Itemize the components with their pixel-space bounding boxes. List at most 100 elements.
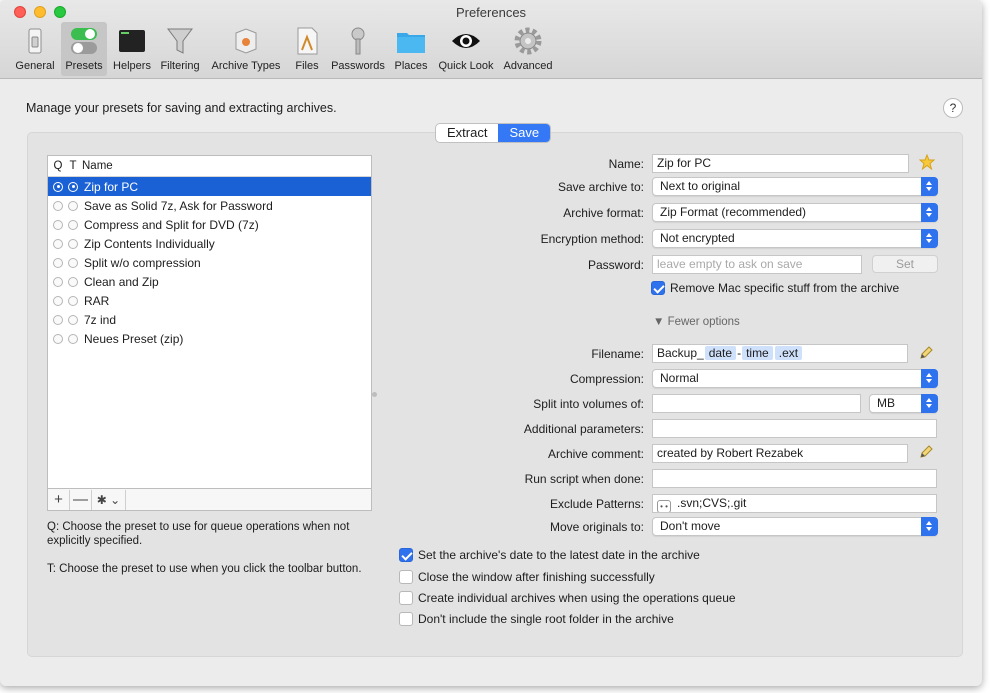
tab-general-label: General	[15, 60, 55, 72]
move-originals-label: Move originals to:	[549, 520, 644, 534]
funnel-icon	[164, 25, 196, 57]
password-field[interactable]: leave empty to ask on save	[652, 255, 862, 274]
tab-advanced[interactable]: Advanced	[501, 22, 555, 76]
preset-row[interactable]: Compress and Split for DVD (7z)	[48, 215, 371, 234]
tab-quick-look[interactable]: Quick Look	[435, 22, 497, 76]
add-preset-button[interactable]: +	[48, 489, 70, 510]
archive-format-popup[interactable]: Zip Format (recommended)	[652, 203, 938, 222]
remove-mac-checkbox[interactable]: Remove Mac specific stuff from the archi…	[651, 281, 899, 295]
queue-radio[interactable]	[53, 200, 63, 211]
split-unit-popup[interactable]: MB	[869, 394, 938, 413]
preset-row[interactable]: Zip for PC	[48, 177, 371, 196]
column-t[interactable]: T	[66, 160, 80, 172]
archive-comment-field[interactable]: created by Robert Rezabek	[652, 444, 908, 463]
archive-comment-label: Archive comment:	[547, 447, 644, 461]
popup-arrows-icon	[921, 369, 938, 388]
remove-preset-button[interactable]: —	[70, 489, 92, 510]
move-originals-popup[interactable]: Don't move	[652, 517, 938, 536]
tab-filtering-label: Filtering	[160, 60, 200, 72]
save-to-popup[interactable]: Next to original	[652, 177, 938, 196]
ext-token[interactable]: .ext	[774, 346, 803, 360]
split-size-field[interactable]	[652, 394, 861, 413]
save-to-value: Next to original	[660, 179, 741, 193]
toolbar-radio[interactable]	[68, 295, 78, 306]
encryption-popup[interactable]: Not encrypted	[652, 229, 938, 248]
column-name[interactable]: Name	[82, 160, 113, 172]
fewer-options-disclosure[interactable]: ▼ Fewer options	[653, 316, 740, 328]
date-token[interactable]: date	[704, 346, 737, 360]
preset-name: 7z ind	[84, 312, 117, 327]
queue-radio[interactable]	[53, 295, 63, 306]
toolbar-radio[interactable]	[68, 257, 78, 268]
preset-row[interactable]: 7z ind	[48, 310, 371, 329]
time-token[interactable]: time	[742, 346, 773, 360]
column-q[interactable]: Q	[50, 160, 66, 172]
toolbar-radio[interactable]	[68, 181, 78, 192]
star-icon[interactable]	[918, 153, 936, 171]
exclude-patterns-field[interactable]: • • .svn;CVS;.git	[652, 494, 937, 513]
queue-radio[interactable]	[53, 219, 63, 230]
close-window-checkbox[interactable]: Close the window after finishing success…	[399, 570, 655, 584]
preset-name-field[interactable]: Zip for PC	[652, 154, 909, 173]
tab-helpers[interactable]: Helpers	[111, 22, 153, 76]
tab-files[interactable]: Files	[291, 22, 323, 76]
window-title: Preferences	[455, 5, 527, 20]
tab-archive-types-label: Archive Types	[211, 60, 281, 72]
gear-icon	[512, 25, 544, 57]
preset-row[interactable]: Clean and Zip	[48, 272, 371, 291]
toolbar-radio[interactable]	[68, 276, 78, 287]
tab-extract[interactable]: Extract	[436, 124, 498, 142]
compression-popup[interactable]: Normal	[652, 369, 938, 388]
preset-actions-menu-button[interactable]: ✱ ⌄	[92, 489, 126, 510]
filename-field[interactable]: Backup_ date - time .ext	[652, 344, 908, 363]
run-script-field[interactable]	[652, 469, 937, 488]
preset-list-header: Q T Name	[48, 156, 371, 177]
no-root-folder-checkbox[interactable]: Don't include the single root folder in …	[399, 612, 674, 626]
page-headline: Manage your presets for saving and extra…	[26, 101, 337, 115]
toolbar-radio[interactable]	[68, 314, 78, 325]
edit-filename-icon[interactable]	[918, 345, 934, 361]
tab-presets[interactable]: Presets	[61, 22, 107, 76]
toolbar-radio[interactable]	[68, 200, 78, 211]
preset-row[interactable]: Neues Preset (zip)	[48, 329, 371, 348]
tab-helpers-label: Helpers	[113, 60, 151, 72]
set-password-button[interactable]: Set	[872, 255, 938, 273]
encryption-value: Not encrypted	[660, 231, 735, 245]
preset-row[interactable]: Split w/o compression	[48, 253, 371, 272]
checkbox-box	[399, 570, 413, 584]
queue-radio[interactable]	[53, 181, 63, 192]
tab-places[interactable]: Places	[392, 22, 430, 76]
tab-filtering[interactable]: Filtering	[157, 22, 203, 76]
preset-name: Clean and Zip	[84, 274, 159, 289]
checkbox-box	[399, 612, 413, 626]
tab-general[interactable]: General	[13, 22, 57, 76]
help-button[interactable]: ?	[943, 98, 963, 118]
queue-radio[interactable]	[53, 333, 63, 344]
toolbar-radio[interactable]	[68, 333, 78, 344]
individual-archives-checkbox[interactable]: Create individual archives when using th…	[399, 591, 736, 605]
preset-row[interactable]: Save as Solid 7z, Ask for Password	[48, 196, 371, 215]
preset-row[interactable]: RAR	[48, 291, 371, 310]
toolbar-radio[interactable]	[68, 238, 78, 249]
preset-row[interactable]: Zip Contents Individually	[48, 234, 371, 253]
queue-radio[interactable]	[53, 238, 63, 249]
edit-comment-icon[interactable]	[918, 444, 934, 460]
queue-radio[interactable]	[53, 276, 63, 287]
queue-radio[interactable]	[53, 314, 63, 325]
preset-name: Neues Preset (zip)	[84, 331, 184, 346]
queue-preset-note: Q: Choose the preset to use for queue op…	[47, 521, 350, 547]
password-label: Password:	[587, 258, 644, 272]
toolbar-radio[interactable]	[68, 219, 78, 230]
tab-archive-types[interactable]: Archive Types	[208, 22, 284, 76]
latest-date-checkbox[interactable]: Set the archive's date to the latest dat…	[399, 548, 700, 562]
archive-format-value: Zip Format (recommended)	[660, 205, 807, 219]
queue-radio[interactable]	[53, 257, 63, 268]
split-view-handle[interactable]	[372, 392, 377, 397]
tab-passwords[interactable]: Passwords	[329, 22, 387, 76]
preset-name: Zip Contents Individually	[84, 236, 215, 251]
close-window-label: Close the window after finishing success…	[418, 570, 655, 584]
run-script-label: Run script when done:	[524, 472, 644, 486]
mode-segmented-control: Extract Save	[435, 123, 552, 143]
additional-parameters-field[interactable]	[652, 419, 937, 438]
tab-save[interactable]: Save	[498, 124, 551, 142]
